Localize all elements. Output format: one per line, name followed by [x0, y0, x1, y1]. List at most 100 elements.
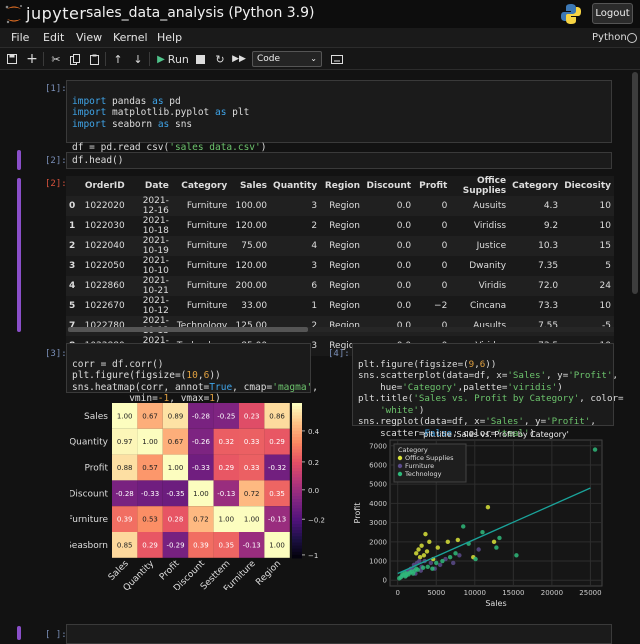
colorbar-segment	[292, 514, 302, 519]
heatmap-cell-label: 0.67	[142, 412, 158, 420]
table-cell: -5	[561, 316, 614, 336]
colorbar-tick-label: 0.4	[308, 428, 320, 436]
heatmap-cell-label: -0.26	[192, 438, 211, 446]
cell-prompt: [4]:	[328, 349, 350, 359]
logout-button[interactable]: Logout	[592, 3, 633, 24]
table-cell: 10	[561, 296, 614, 316]
table-cell: 100.00	[230, 196, 271, 216]
table-cell: 0.0	[363, 216, 415, 236]
table-cell: 2021-10-21	[127, 276, 172, 296]
row-index: 1	[66, 216, 80, 236]
row-index: 5	[66, 296, 80, 316]
toolbar: + ✂ ↑ ↓ ▶ Run ↻ ▶▶ Code ⌄	[0, 48, 640, 70]
code-cell-1[interactable]: import pandas as pd import matplotlib.pyp…	[66, 80, 612, 153]
notebook-scrollbar[interactable]	[632, 72, 638, 294]
stop-icon[interactable]	[194, 51, 206, 67]
jupyter-brand[interactable]: jupyter	[26, 4, 86, 23]
scatter-point	[428, 560, 434, 566]
scrollbar-thumb[interactable]	[68, 327, 308, 332]
colorbar-segment	[292, 403, 302, 407]
heatmap-row-label: Quantity	[70, 438, 109, 448]
scatter-point	[423, 531, 428, 537]
colorbar-segment	[292, 440, 302, 444]
code-line: plt.figure(figsize=(9,6))	[358, 358, 497, 370]
copy-icon[interactable]	[68, 51, 82, 67]
code-cell-2[interactable]: df.head()	[66, 152, 612, 169]
menu-help[interactable]: Help	[157, 31, 182, 44]
table-cell: Region	[320, 296, 364, 316]
colorbar-tick-label: −0.2	[308, 516, 325, 524]
scatter-point	[480, 530, 485, 535]
menu-view[interactable]: View	[76, 31, 102, 44]
fast-forward-icon[interactable]: ▶▶	[232, 51, 246, 67]
menu-file[interactable]: File	[11, 31, 29, 44]
scatter-point	[485, 505, 491, 510]
colorbar-segment	[292, 511, 302, 516]
table-cell: 75.00	[230, 236, 271, 256]
jupyter-logo	[5, 5, 22, 24]
cell-prompt: [1]:	[45, 84, 67, 94]
run-button[interactable]: ▶ Run	[155, 51, 191, 67]
cell-prompt: [2]:	[45, 156, 67, 166]
table-horizontal-scrollbar[interactable]	[68, 327, 614, 332]
menu-edit[interactable]: Edit	[43, 31, 64, 44]
table-cell: 4.3	[509, 196, 562, 216]
keyboard-icon[interactable]	[330, 51, 344, 67]
table-cell: 15	[561, 236, 614, 256]
table-cell: 200.00	[230, 276, 271, 296]
scatter-point	[494, 545, 499, 550]
restart-icon[interactable]: ↻	[213, 51, 227, 67]
table-row: 2 1022040 2021-10-19 Furniture 75.00 4 Region 0…	[66, 236, 614, 256]
code-line: import seaborn as sns	[72, 118, 193, 130]
cut-icon[interactable]: ✂	[49, 51, 63, 67]
heatmap-cell-label: 0.23	[244, 412, 260, 420]
cell-type-select[interactable]: Code ⌄	[252, 51, 322, 67]
column-header: Diecosity	[561, 176, 614, 196]
x-tick-label: 25000	[579, 589, 601, 597]
notebook-title[interactable]: sales_data_analysis (Python 3.9)	[86, 5, 315, 21]
table-cell: 0	[414, 216, 451, 236]
table-cell: Furniture	[171, 256, 231, 276]
empty-code-cell[interactable]	[66, 624, 612, 644]
scatter-point	[497, 535, 502, 541]
scatter-point	[425, 564, 430, 569]
colorbar-segment	[292, 471, 302, 475]
save-icon[interactable]	[5, 51, 19, 67]
colorbar-segment	[292, 418, 302, 423]
code-cell-4[interactable]: plt.figure(figsize=(9,6)) sns.scatterplot…	[352, 343, 624, 439]
paste-icon[interactable]	[87, 51, 101, 67]
table-cell: Furniture	[171, 196, 231, 216]
kernel-name[interactable]: Python	[592, 32, 627, 43]
heatmap-col-label: Region	[254, 559, 283, 588]
table-cell: Technology	[171, 316, 231, 336]
colorbar-segment	[292, 465, 302, 469]
menu-kernel[interactable]: Kernel	[113, 31, 148, 44]
heatmap-cell-label: 0.29	[269, 438, 285, 446]
table-cell: 2021-10-19	[127, 236, 172, 256]
heatmap-cell-label: -0.13	[243, 541, 261, 549]
add-cell-icon[interactable]: +	[25, 51, 39, 67]
move-up-icon[interactable]: ↑	[111, 51, 125, 67]
table-cell: Furniture	[171, 276, 231, 296]
table-cell: 2021-10-12	[127, 296, 172, 316]
code-line: sns.scatterplot(data=df, x='Sales', y='P…	[358, 370, 618, 381]
scatter-point	[457, 553, 462, 558]
heatmap-cell-label: 0.39	[117, 516, 133, 524]
table-cell: 0.0	[363, 236, 415, 256]
table-cell: 3	[270, 256, 321, 276]
row-index: 3	[66, 256, 80, 276]
table-cell: 120.00	[230, 216, 271, 236]
column-header: OrderID	[79, 176, 128, 196]
heatmap-cell-label: 1.00	[219, 516, 235, 524]
column-header: Category	[509, 176, 562, 196]
heatmap-cell-label: 0.39	[193, 541, 209, 549]
colorbar-segment	[292, 545, 302, 550]
heatmap-cell-label: 0.86	[269, 412, 285, 420]
scatter-point	[491, 539, 497, 545]
kernel-status-icon	[627, 33, 637, 43]
y-tick-label: 7000	[369, 442, 387, 450]
code-cell-3[interactable]: corr = df.corr() plt.figure(figsize=(10,6…	[66, 343, 318, 404]
table-row: 5 1022670 2021-10-12 Furniture 33.00 1 Region 0…	[66, 296, 614, 316]
heatmap-row-label: Seasborn	[70, 541, 108, 551]
move-down-icon[interactable]: ↓	[131, 51, 145, 67]
